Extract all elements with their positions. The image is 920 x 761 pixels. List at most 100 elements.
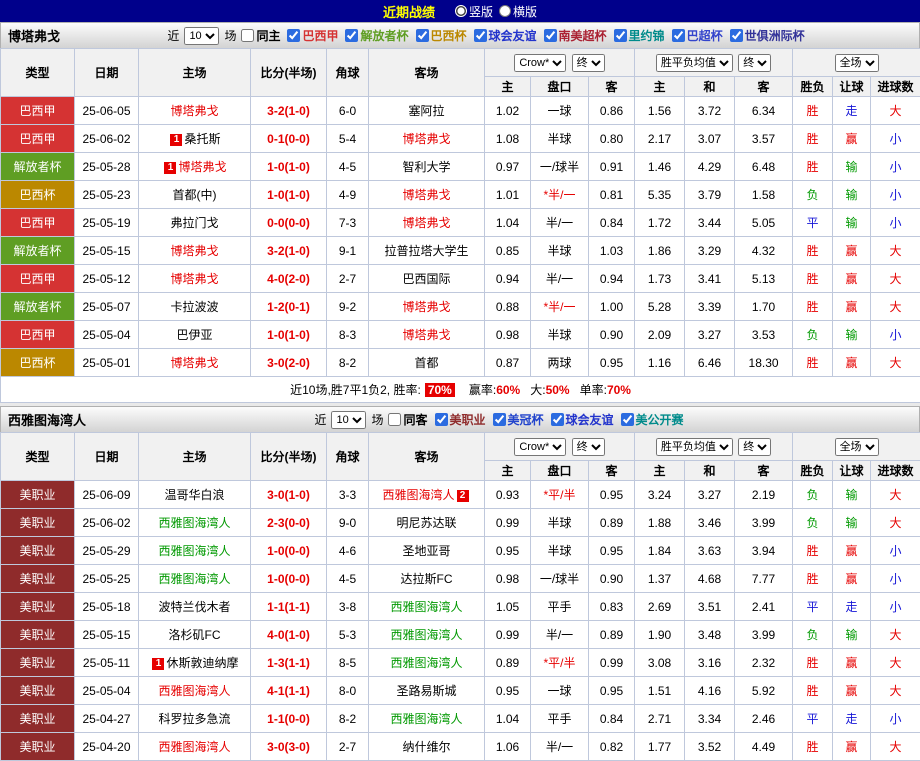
score-cell[interactable]: 1-0(0-0): [251, 537, 327, 565]
odds-stage-select[interactable]: 终: [572, 54, 605, 72]
away-team-cell[interactable]: 博塔弗戈: [369, 321, 485, 349]
home-team-cell[interactable]: 科罗拉多急流: [139, 705, 251, 733]
match-count-select[interactable]: 10: [184, 27, 219, 45]
wdl-avg-select[interactable]: 胜平负均值: [656, 54, 733, 72]
filter-checkbox-input[interactable]: [416, 29, 429, 42]
away-team-cell[interactable]: 博塔弗戈: [369, 125, 485, 153]
score-cell[interactable]: 3-0(3-0): [251, 733, 327, 761]
home-team-cell[interactable]: 博塔弗戈: [139, 349, 251, 377]
home-team-cell[interactable]: 1桑托斯: [139, 125, 251, 153]
home-team-cell[interactable]: 1休斯敦迪纳摩: [139, 649, 251, 677]
score-cell[interactable]: 3-0(2-0): [251, 349, 327, 377]
filter-checkbox-input[interactable]: [551, 413, 564, 426]
filter-checkbox[interactable]: 美职业: [435, 411, 486, 428]
score-cell[interactable]: 0-0(0-0): [251, 209, 327, 237]
score-cell[interactable]: 4-1(1-1): [251, 677, 327, 705]
away-team-cell[interactable]: 纳什维尔: [369, 733, 485, 761]
filter-checkbox-input[interactable]: [544, 29, 557, 42]
filter-checkbox[interactable]: 球会友谊: [551, 411, 614, 428]
away-team-cell[interactable]: 博塔弗戈: [369, 209, 485, 237]
home-team-cell[interactable]: 西雅图海湾人: [139, 733, 251, 761]
home-team-cell[interactable]: 西雅图海湾人: [139, 509, 251, 537]
score-cell[interactable]: 1-0(1-0): [251, 181, 327, 209]
filter-checkbox[interactable]: 美冠杯: [493, 411, 544, 428]
away-team-cell[interactable]: 圣地亚哥: [369, 537, 485, 565]
away-team-cell[interactable]: 塞阿拉: [369, 97, 485, 125]
filter-checkbox[interactable]: 同主: [241, 27, 280, 44]
filter-checkbox[interactable]: 美公开赛: [621, 411, 684, 428]
home-team-cell[interactable]: 西雅图海湾人: [139, 565, 251, 593]
filter-checkbox-input[interactable]: [672, 29, 685, 42]
home-team-cell[interactable]: 洛杉矶FC: [139, 621, 251, 649]
filter-checkbox[interactable]: 巴西甲: [287, 27, 338, 44]
away-team-cell[interactable]: 圣路易斯城: [369, 677, 485, 705]
away-team-cell[interactable]: 首都: [369, 349, 485, 377]
filter-checkbox-input[interactable]: [493, 413, 506, 426]
away-team-cell[interactable]: 西雅图海湾人: [369, 593, 485, 621]
scope-select[interactable]: 全场: [835, 438, 879, 456]
home-team-cell[interactable]: 博塔弗戈: [139, 237, 251, 265]
home-team-cell[interactable]: 温哥华白浪: [139, 481, 251, 509]
score-cell[interactable]: 1-0(1-0): [251, 321, 327, 349]
filter-checkbox-input[interactable]: [241, 29, 254, 42]
score-cell[interactable]: 1-2(0-1): [251, 293, 327, 321]
odds-stage-select[interactable]: 终: [572, 438, 605, 456]
home-team-cell[interactable]: 博塔弗戈: [139, 265, 251, 293]
wdl-stage-select[interactable]: 终: [738, 438, 771, 456]
home-team-cell[interactable]: 巴伊亚: [139, 321, 251, 349]
score-cell[interactable]: 1-3(1-1): [251, 649, 327, 677]
home-team-cell[interactable]: 1博塔弗戈: [139, 153, 251, 181]
score-cell[interactable]: 3-2(1-0): [251, 97, 327, 125]
away-team-cell[interactable]: 西雅图海湾人2: [369, 481, 485, 509]
score-cell[interactable]: 1-0(0-0): [251, 565, 327, 593]
score-cell[interactable]: 1-1(1-1): [251, 593, 327, 621]
away-team-cell[interactable]: 巴西国际: [369, 265, 485, 293]
home-team-cell[interactable]: 卡拉波波: [139, 293, 251, 321]
layout-option-vertical[interactable]: 竖版: [455, 3, 493, 20]
score-cell[interactable]: 2-3(0-0): [251, 509, 327, 537]
filter-checkbox-input[interactable]: [474, 29, 487, 42]
wdl-avg-select[interactable]: 胜平负均值: [656, 438, 733, 456]
layout-option-horizontal[interactable]: 横版: [499, 3, 537, 20]
odds-company-select[interactable]: Crow*: [514, 438, 566, 456]
layout-radio-vertical[interactable]: [455, 5, 467, 17]
filter-checkbox-input[interactable]: [730, 29, 743, 42]
home-team-cell[interactable]: 首都(中): [139, 181, 251, 209]
filter-checkbox[interactable]: 世俱洲际杯: [730, 27, 805, 44]
score-cell[interactable]: 1-0(1-0): [251, 153, 327, 181]
odds-company-select[interactable]: Crow*: [514, 54, 566, 72]
away-team-cell[interactable]: 博塔弗戈: [369, 181, 485, 209]
score-cell[interactable]: 4-0(1-0): [251, 621, 327, 649]
away-team-cell[interactable]: 智利大学: [369, 153, 485, 181]
filter-checkbox[interactable]: 解放者杯: [345, 27, 408, 44]
score-cell[interactable]: 1-1(0-0): [251, 705, 327, 733]
home-team-cell[interactable]: 西雅图海湾人: [139, 537, 251, 565]
home-team-cell[interactable]: 博塔弗戈: [139, 97, 251, 125]
scope-select[interactable]: 全场: [835, 54, 879, 72]
home-team-cell[interactable]: 西雅图海湾人: [139, 677, 251, 705]
filter-checkbox[interactable]: 巴西杯: [416, 27, 467, 44]
filter-checkbox[interactable]: 里约锦: [614, 27, 665, 44]
home-team-cell[interactable]: 弗拉门戈: [139, 209, 251, 237]
away-team-cell[interactable]: 博塔弗戈: [369, 293, 485, 321]
layout-radio-horizontal[interactable]: [499, 5, 511, 17]
filter-checkbox-input[interactable]: [287, 29, 300, 42]
score-cell[interactable]: 3-2(1-0): [251, 237, 327, 265]
away-team-cell[interactable]: 西雅图海湾人: [369, 621, 485, 649]
match-count-select[interactable]: 10: [331, 411, 366, 429]
away-team-cell[interactable]: 西雅图海湾人: [369, 705, 485, 733]
score-cell[interactable]: 4-0(2-0): [251, 265, 327, 293]
filter-checkbox[interactable]: 南美超杯: [544, 27, 607, 44]
filter-checkbox-input[interactable]: [621, 413, 634, 426]
filter-checkbox[interactable]: 球会友谊: [474, 27, 537, 44]
filter-checkbox-input[interactable]: [345, 29, 358, 42]
away-team-cell[interactable]: 西雅图海湾人: [369, 649, 485, 677]
home-team-cell[interactable]: 波特兰伐木者: [139, 593, 251, 621]
away-team-cell[interactable]: 达拉斯FC: [369, 565, 485, 593]
away-team-cell[interactable]: 拉普拉塔大学生: [369, 237, 485, 265]
filter-checkbox[interactable]: 巴超杯: [672, 27, 723, 44]
away-team-cell[interactable]: 明尼苏达联: [369, 509, 485, 537]
score-cell[interactable]: 0-1(0-0): [251, 125, 327, 153]
wdl-stage-select[interactable]: 终: [738, 54, 771, 72]
score-cell[interactable]: 3-0(1-0): [251, 481, 327, 509]
